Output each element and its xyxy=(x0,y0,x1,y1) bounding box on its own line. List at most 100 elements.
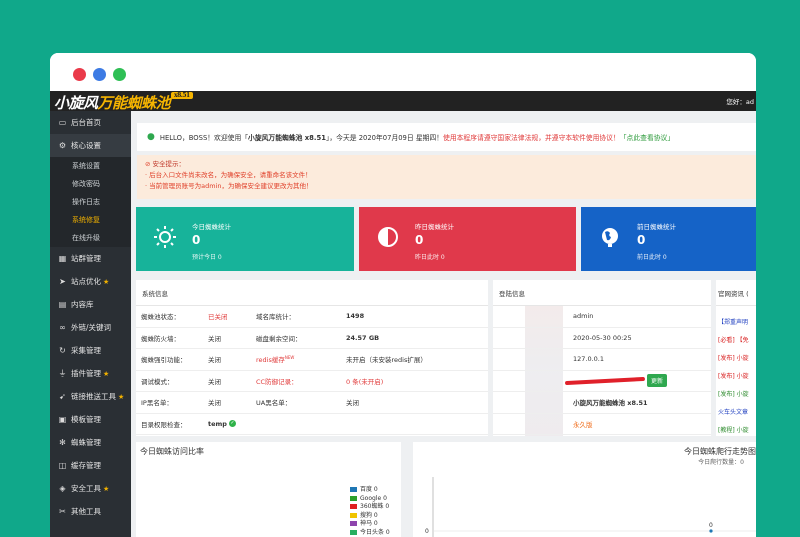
tools-icon: ✂ xyxy=(59,507,66,516)
legend-swatch xyxy=(350,521,357,526)
star-icon: ★ xyxy=(103,369,110,378)
panel-title: 官网资讯 ( xyxy=(716,280,756,306)
news-item[interactable]: [发布] 小旋 xyxy=(716,348,756,366)
template-icon: ▣ xyxy=(58,415,67,424)
legend-entry[interactable]: 今日头条 0 xyxy=(350,529,390,537)
login-info-panel: 登陆信息 admin 2020-05-30 00:25 127.0.0.1 更新… xyxy=(493,280,711,436)
sidebar-item-label: 其他工具 xyxy=(71,507,101,516)
refresh-icon: ↻ xyxy=(59,346,66,355)
sidebar-item[interactable]: ◈ 安全工具 ★ xyxy=(50,477,131,500)
visit-ratio-panel: 今日蜘蛛访问比率 百度 0 Google 0 360蜘蛛 0 搜狗 0 神马 0 今日头条… xyxy=(136,442,401,537)
sidebar-item[interactable]: ✂ 其他工具 xyxy=(50,500,131,523)
star-icon: ★ xyxy=(118,392,125,401)
stat-value: 0 xyxy=(637,233,646,247)
cell: redis缓存NEW xyxy=(256,355,295,365)
sidebar-item[interactable]: ➹ 链接推送工具 ★ xyxy=(50,385,131,408)
half-moon-icon xyxy=(378,227,398,247)
y-tick-label: 0 xyxy=(425,528,429,535)
news-item[interactable]: 【郑重声明 xyxy=(716,312,756,330)
stat-value: 0 xyxy=(192,233,201,247)
legend-swatch xyxy=(350,504,357,509)
legend-entry[interactable]: 360蜘蛛 0 xyxy=(350,503,390,512)
sidebar-item[interactable]: ∞ 外链/关键词 xyxy=(50,316,131,339)
sidebar-item[interactable]: ⚙ 核心设置 xyxy=(50,134,131,157)
trend-chart: 00 xyxy=(425,477,756,537)
stat-label: 昨日蜘蛛统计 xyxy=(415,223,454,231)
legend-swatch xyxy=(350,512,357,518)
legend-entry[interactable]: Google 0 xyxy=(350,495,390,504)
shield-icon: ◈ xyxy=(59,484,66,493)
sidebar-item[interactable]: ➤ 站点优化 ★ xyxy=(50,270,131,293)
legend-swatch xyxy=(350,529,357,535)
login-row: 小旋风万能蜘蛛池 x8.51 xyxy=(493,392,711,414)
news-item[interactable]: [发布] 小旋 xyxy=(716,384,756,402)
today-spider-card[interactable]: 今日蜘蛛统计 0 预计今日 0 xyxy=(136,207,354,271)
sidebar-item-label: 站群管理 xyxy=(71,254,101,263)
cell: 调试模式： xyxy=(141,377,174,386)
spider-icon: ✻ xyxy=(59,438,66,447)
system-info-row: 蜘蛛池状态： 已关闭 域名库统计： 1498 xyxy=(136,306,488,328)
system-info-row: 调试模式： 关闭 CC防御记录： 0 条(未开启) xyxy=(136,371,488,392)
legend-entry[interactable]: 神马 0 xyxy=(350,520,390,529)
cell: 0 条(未开启) xyxy=(346,377,384,386)
close-dot-icon[interactable] xyxy=(73,68,86,81)
sidebar-item[interactable]: ▦ 站群管理 xyxy=(50,247,131,270)
sidebar-item-label: 安全工具 xyxy=(71,484,101,493)
cell: 关闭 xyxy=(208,377,221,386)
news-item[interactable]: 火车头文章 xyxy=(716,402,756,420)
sidebar-item-label: 核心设置 xyxy=(71,141,101,150)
legend-label: 搜狗 0 xyxy=(360,511,378,519)
monitor-icon: ▭ xyxy=(58,118,67,127)
sidebar-item-label: 外链/关键词 xyxy=(71,323,112,332)
sidebar-item[interactable]: ✻ 蜘蛛管理 xyxy=(50,431,131,454)
sidebar-item[interactable]: ▭ 后台首页 xyxy=(50,111,131,134)
globe-icon xyxy=(602,228,618,247)
sidebar-item[interactable]: ⏚ 插件管理 ★ xyxy=(50,362,131,385)
cell: 蜘蛛强引功能： xyxy=(141,356,187,365)
cell: UA黑名单： xyxy=(256,399,292,408)
trend-panel: 今日蜘蛛爬行走势图 今日爬行数量：0 00 xyxy=(413,442,756,537)
legend-entry[interactable]: 搜狗 0 xyxy=(350,512,390,521)
sidebar-item[interactable]: ↻ 采集管理 xyxy=(50,339,131,362)
legend-entry[interactable]: 百度 0 xyxy=(350,486,390,495)
before-yesterday-spider-card[interactable]: 前日蜘蛛统计 0 前日此时 0 xyxy=(581,207,756,271)
sidebar-subitem[interactable]: 操作日志 xyxy=(50,193,131,211)
system-info-row: 蜘蛛防火墙： 关闭 磁盘剩余空间： 24.57 GB xyxy=(136,328,488,349)
update-button[interactable]: 更新 xyxy=(647,374,668,388)
legend-swatch xyxy=(350,495,357,501)
yesterday-spider-card[interactable]: 昨日蜘蛛统计 0 昨日此时 0 xyxy=(359,207,576,271)
plug-icon: ⏚ xyxy=(58,369,67,378)
sidebar-subitem[interactable]: 系统修复 xyxy=(50,211,131,229)
system-info-row: 目录权限检查： temp ✓ xyxy=(136,414,488,435)
cell: 未开启（未安装redis扩展） xyxy=(346,356,427,365)
sidebar: ▭ 后台首页 ⚙ 核心设置 系统设置 修改密码 操作日志 系统修复 在线升级 ▦ 站群管理 ➤ 站点优化… xyxy=(50,111,131,537)
data-point[interactable] xyxy=(709,529,713,533)
sidebar-subitem[interactable]: 系统设置 xyxy=(50,157,131,175)
sidebar-item[interactable]: ▣ 模板管理 xyxy=(50,408,131,431)
sidebar-item-label: 插件管理 xyxy=(71,369,101,378)
minimize-dot-icon[interactable] xyxy=(93,68,106,81)
sidebar-item[interactable]: ◫ 缓存管理 xyxy=(50,454,131,477)
cell: 24.57 GB xyxy=(346,333,380,342)
stat-label: 前日蜘蛛统计 xyxy=(637,223,676,231)
news-panel: 官网资讯 ( 【郑重声明 [必看] 【免 [发布] 小旋 [发布] 小旋 [发布] 小旋… xyxy=(716,280,756,436)
cell: 关闭 xyxy=(208,334,221,343)
sun-icon xyxy=(154,226,176,248)
stat-sub: 预计今日 0 xyxy=(192,254,222,261)
sidebar-subitem[interactable]: 修改密码 xyxy=(50,175,131,193)
data-label: 0 xyxy=(709,522,713,529)
sidebar-item-label: 站点优化 xyxy=(71,277,101,286)
news-item[interactable]: [必看] 【免 xyxy=(716,330,756,348)
maximize-dot-icon[interactable] xyxy=(113,68,126,81)
sidebar-subitem[interactable]: 在线升级 xyxy=(50,229,131,247)
sidebar-item[interactable]: ▤ 内容库 xyxy=(50,293,131,316)
cell: 关闭 xyxy=(208,356,221,365)
cell: 1498 xyxy=(346,312,365,321)
system-info-row: IP黑名单： 关闭 UA黑名单： 关闭 xyxy=(136,392,488,414)
cell: 蜘蛛防火墙： xyxy=(141,334,180,343)
sidebar-item-label: 缓存管理 xyxy=(71,461,101,470)
cell: 关闭 xyxy=(346,399,359,408)
news-item[interactable]: [发布] 小旋 xyxy=(716,366,756,384)
news-item[interactable]: [教程] 小旋 xyxy=(716,420,756,436)
new-badge: NEW xyxy=(284,355,295,361)
